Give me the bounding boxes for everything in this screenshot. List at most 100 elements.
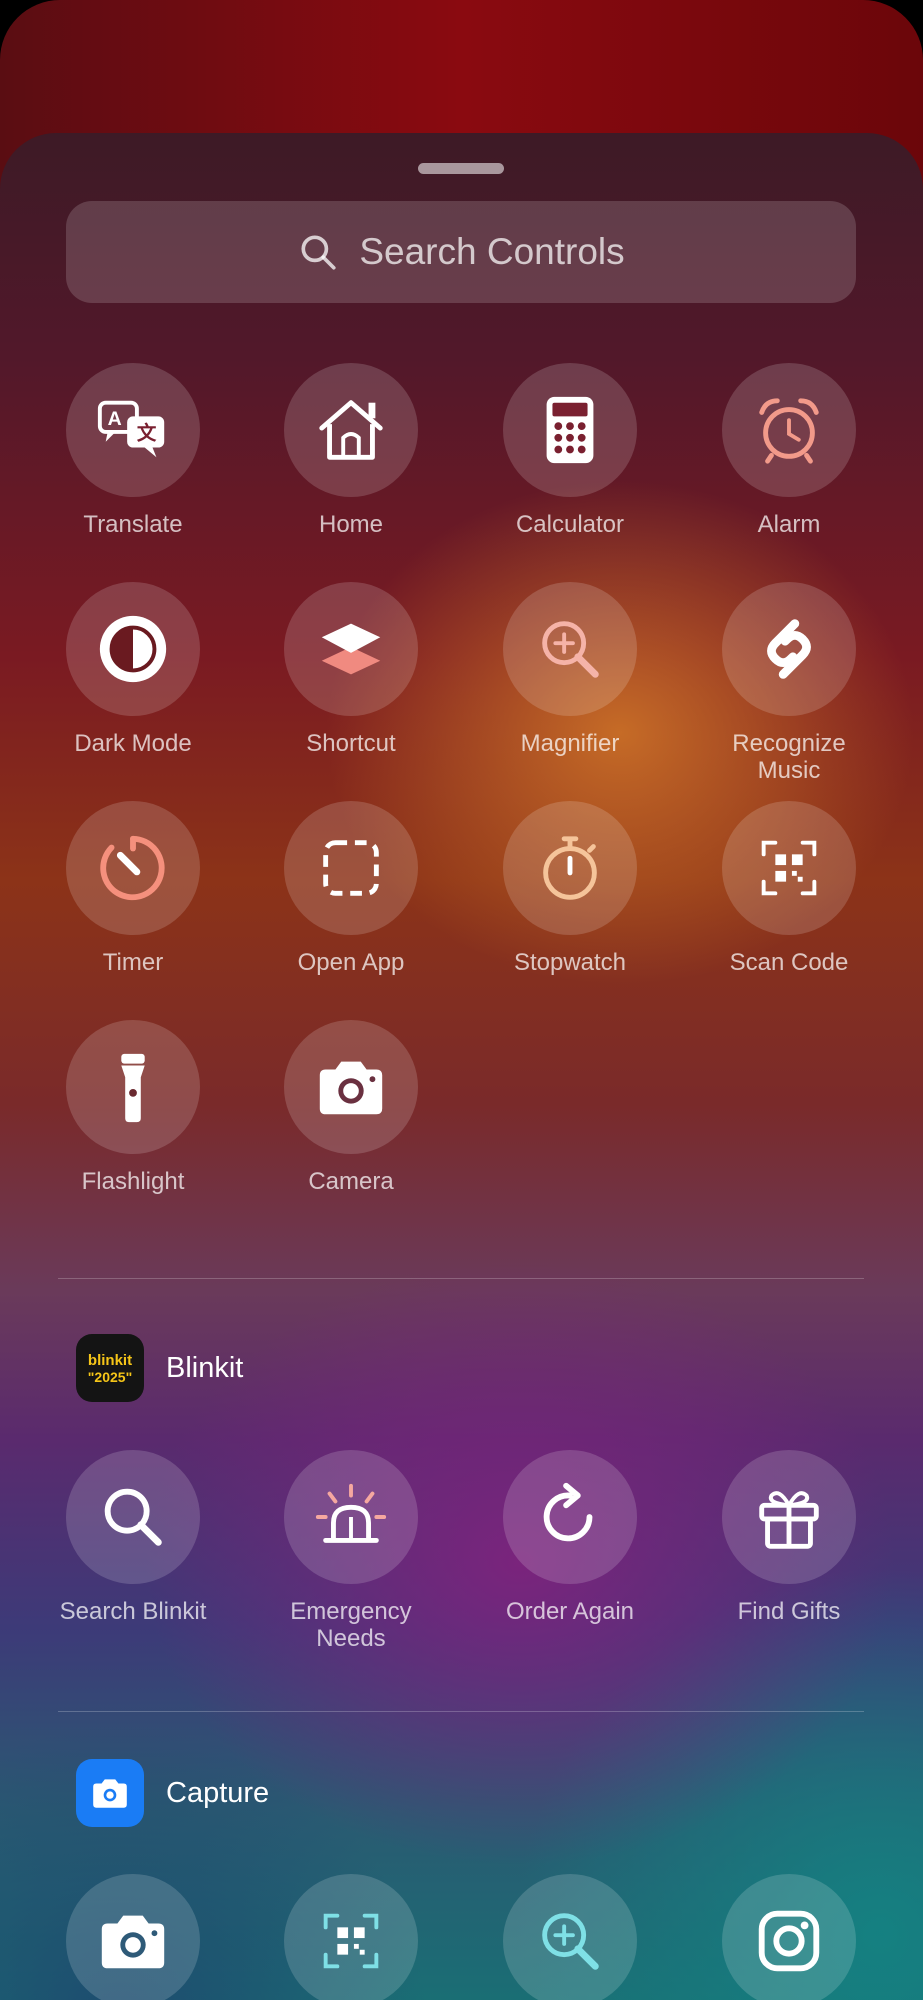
control-capture-instagram[interactable]: [689, 1874, 889, 2000]
control-button[interactable]: [66, 582, 200, 716]
control-button[interactable]: A 文: [66, 363, 200, 497]
control-button[interactable]: [284, 1020, 418, 1154]
control-order-again[interactable]: Order Again: [470, 1450, 670, 1625]
camera-icon: [319, 1061, 383, 1115]
controls-gallery-sheet: Search Controls A 文 Translate Home Calcu…: [0, 133, 923, 2000]
section-header-capture: Capture: [76, 1759, 269, 1827]
control-find-gifts[interactable]: Find Gifts: [689, 1450, 889, 1625]
control-label: Dark Mode: [74, 730, 192, 757]
timer-icon: [100, 835, 165, 901]
control-button[interactable]: [503, 363, 637, 497]
control-label: Order Again: [505, 1598, 635, 1625]
control-label: Magnifier: [520, 730, 620, 757]
search-icon: [104, 1488, 162, 1546]
control-label: Search Blinkit: [59, 1598, 207, 1625]
control-button[interactable]: [503, 582, 637, 716]
control-scan-code[interactable]: Scan Code: [689, 801, 889, 976]
control-capture-scan-code[interactable]: [251, 1874, 451, 2000]
section-divider: [58, 1278, 864, 1279]
blinkit-logo-text: blinkit: [87, 1351, 133, 1369]
control-magnifier[interactable]: Magnifier: [470, 582, 670, 757]
control-calculator[interactable]: Calculator: [470, 363, 670, 538]
reorder-icon: [543, 1482, 593, 1542]
control-label: Home: [318, 511, 384, 538]
control-label: Translate: [83, 511, 183, 538]
search-placeholder: Search Controls: [359, 231, 625, 272]
control-button[interactable]: [722, 363, 856, 497]
svg-text:文: 文: [137, 422, 157, 445]
control-label: Alarm: [757, 511, 821, 538]
control-label: Recognize Music: [732, 730, 846, 784]
control-button[interactable]: [284, 363, 418, 497]
sheet-grabber[interactable]: [418, 163, 504, 174]
search-controls-field[interactable]: Search Controls: [66, 201, 856, 303]
control-shortcut[interactable]: Shortcut: [251, 582, 451, 757]
blinkit-logo-year: "2025": [87, 1368, 133, 1385]
control-label: Shortcut: [306, 730, 396, 757]
home-icon: [319, 400, 383, 460]
translate-icon: A 文: [97, 400, 165, 458]
control-button[interactable]: [503, 1450, 637, 1584]
control-label: Calculator: [515, 511, 625, 538]
section-header-blinkit: blinkit "2025" Blinkit: [76, 1334, 243, 1402]
control-button[interactable]: [284, 582, 418, 716]
control-recognize-music[interactable]: Recognize Music: [689, 582, 889, 784]
control-search-blinkit[interactable]: Search Blinkit: [33, 1450, 233, 1625]
control-home[interactable]: Home: [251, 363, 451, 538]
control-capture-camera[interactable]: [33, 1874, 233, 2000]
flashlight-icon: [121, 1053, 145, 1123]
control-button[interactable]: [722, 801, 856, 935]
capture-app-icon: [76, 1759, 144, 1827]
instagram-icon: [758, 1910, 820, 1972]
section-divider: [58, 1711, 864, 1712]
control-flashlight[interactable]: Flashlight: [33, 1020, 233, 1195]
control-label: Stopwatch: [513, 949, 627, 976]
control-open-app[interactable]: Open App: [251, 801, 451, 976]
control-button[interactable]: [722, 582, 856, 716]
calculator-icon: [546, 396, 594, 464]
control-translate[interactable]: A 文 Translate: [33, 363, 233, 538]
open-app-icon: [323, 840, 379, 896]
search-icon: [301, 235, 336, 270]
control-button[interactable]: [66, 1020, 200, 1154]
control-camera[interactable]: Camera: [251, 1020, 451, 1195]
qr-code-icon: [761, 840, 817, 896]
gift-icon: [759, 1491, 819, 1549]
control-label: Flashlight: [81, 1168, 185, 1195]
control-stopwatch[interactable]: Stopwatch: [470, 801, 670, 976]
control-dark-mode[interactable]: Dark Mode: [33, 582, 233, 757]
control-label: Emergency Needs: [290, 1598, 412, 1652]
control-button[interactable]: [284, 801, 418, 935]
blinkit-app-icon: blinkit "2025": [76, 1334, 144, 1402]
control-button[interactable]: [66, 801, 200, 935]
camera-icon: [93, 1779, 127, 1808]
control-timer[interactable]: Timer: [33, 801, 233, 976]
magnifier-icon: [542, 621, 599, 678]
stopwatch-icon: [543, 836, 597, 900]
control-capture-magnifier[interactable]: [470, 1874, 670, 2000]
dark-mode-icon: [99, 615, 167, 683]
control-button[interactable]: [284, 1450, 418, 1584]
control-button[interactable]: [66, 1874, 200, 2000]
control-label: Find Gifts: [737, 1598, 841, 1625]
control-button[interactable]: [503, 801, 637, 935]
control-button[interactable]: [722, 1450, 856, 1584]
control-button[interactable]: [284, 1874, 418, 2000]
control-label: Open App: [297, 949, 405, 976]
section-title: Blinkit: [166, 1351, 244, 1384]
section-title: Capture: [166, 1776, 270, 1809]
svg-text:A: A: [108, 408, 122, 430]
shazam-icon: [767, 619, 811, 679]
camera-icon: [101, 1915, 165, 1969]
shortcut-icon: [321, 623, 381, 675]
magnifier-icon: [542, 1913, 599, 1970]
control-label: Camera: [308, 1168, 394, 1195]
control-button[interactable]: [66, 1450, 200, 1584]
control-button[interactable]: [503, 1874, 637, 2000]
control-label: Scan Code: [729, 949, 849, 976]
control-button[interactable]: [722, 1874, 856, 2000]
qr-code-icon: [323, 1913, 379, 1969]
control-emergency-needs[interactable]: Emergency Needs: [251, 1450, 451, 1652]
control-alarm[interactable]: Alarm: [689, 363, 889, 538]
siren-icon: [315, 1483, 387, 1543]
